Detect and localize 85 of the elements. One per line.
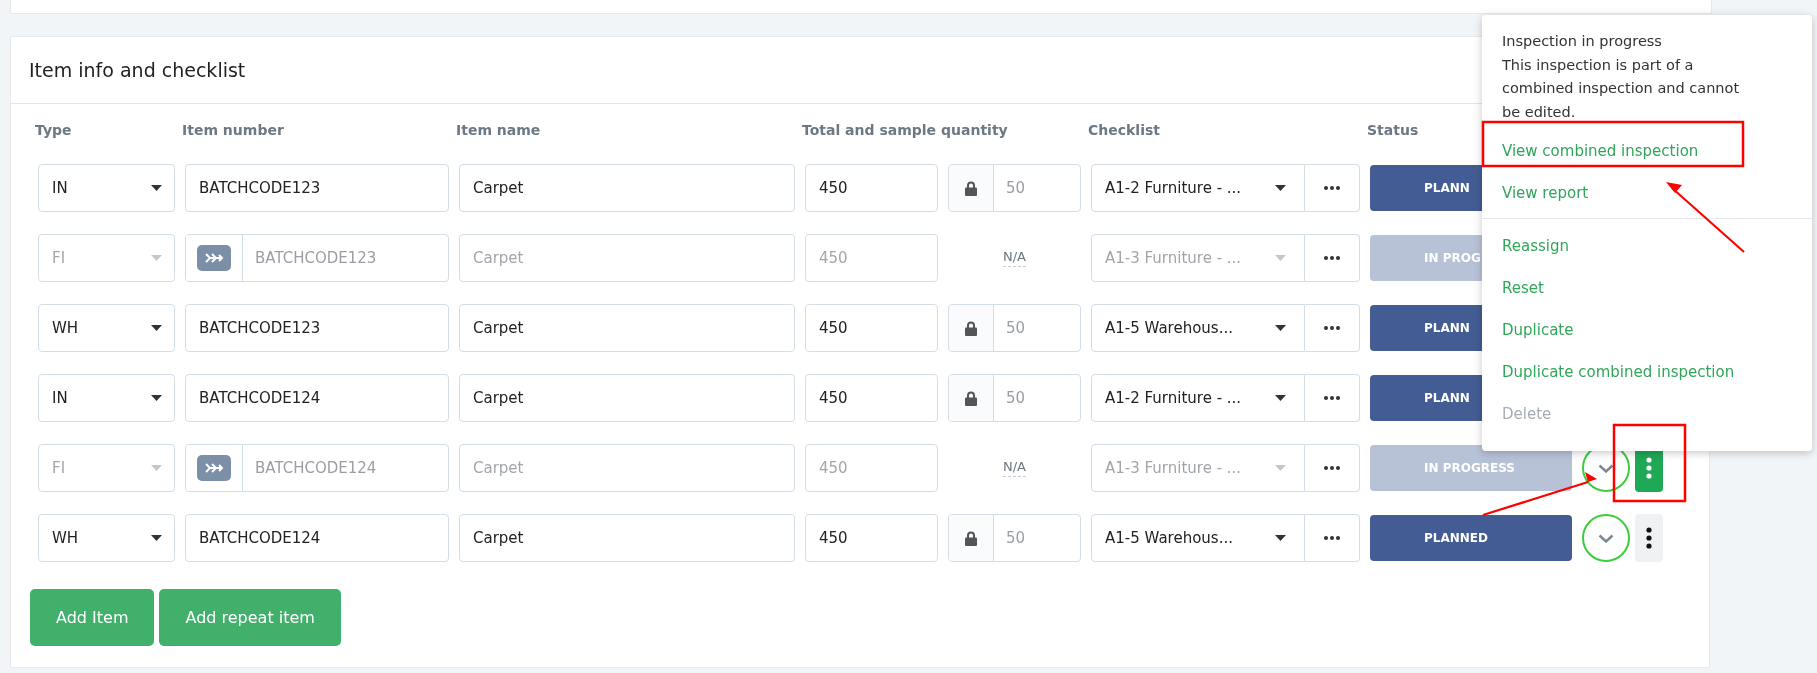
more-options-button[interactable] [1635, 514, 1663, 562]
sample-quantity-field[interactable]: 50 [948, 304, 1081, 352]
more-icon [1324, 536, 1340, 540]
merge-icon [197, 245, 231, 271]
caret-icon [151, 325, 162, 331]
item-name-field[interactable]: Carpet [459, 304, 795, 352]
type-select[interactable]: FI [38, 234, 175, 282]
menu-heading: Inspection in progress [1501, 32, 1663, 51]
chevron-down-icon [1598, 463, 1614, 473]
caret-icon [1275, 185, 1286, 191]
total-quantity-field[interactable]: 450 [805, 304, 938, 352]
checklist-select[interactable]: A1-3 Furniture - ... [1091, 234, 1305, 282]
caret-icon [1275, 325, 1286, 331]
lock-icon [965, 530, 977, 546]
caret-icon [151, 465, 162, 471]
sample-quantity-field[interactable]: 50 [948, 514, 1081, 562]
checklist-select[interactable]: A1-2 Furniture - ... [1091, 374, 1305, 422]
sample-quantity-field[interactable]: 50 [948, 164, 1081, 212]
checklist-options-button[interactable] [1305, 304, 1360, 352]
caret-icon [151, 185, 162, 191]
item-name-field[interactable]: Carpet [459, 164, 795, 212]
checklist-select[interactable]: A1-2 Furniture - ... [1091, 164, 1305, 212]
sample-quantity-field[interactable]: 50 [948, 374, 1081, 422]
item-name-field[interactable]: Carpet [459, 234, 795, 282]
checklist-select[interactable]: A1-3 Furniture - ... [1091, 444, 1305, 492]
more-icon [1324, 256, 1340, 260]
status-badge[interactable]: IN PROGRESS [1370, 445, 1572, 491]
more-icon [1324, 396, 1340, 400]
item-number-field[interactable]: BATCHCODE124 [185, 374, 449, 422]
caret-icon [1275, 255, 1286, 261]
caret-icon [151, 395, 162, 401]
column-header: Item name [456, 122, 541, 140]
kebab-icon [1646, 527, 1652, 549]
column-header: Item number [182, 122, 284, 140]
section-title: Item info and checklist [29, 59, 246, 81]
checklist-options-button[interactable] [1305, 444, 1360, 492]
checklist-select[interactable]: A1-5 Warehous... [1091, 304, 1305, 352]
lock-icon [965, 180, 977, 196]
total-quantity-field[interactable]: 450 [805, 514, 938, 562]
item-name-field[interactable]: Carpet [459, 444, 795, 492]
checklist-options-button[interactable] [1305, 374, 1360, 422]
caret-icon [1275, 395, 1286, 401]
type-select[interactable]: FI [38, 444, 175, 492]
total-quantity-field[interactable]: 450 [805, 164, 938, 212]
more-icon [1324, 466, 1340, 470]
lock-icon [965, 390, 977, 406]
total-quantity-field[interactable]: 450 [805, 234, 938, 282]
item-number-field[interactable]: BATCHCODE123 [185, 304, 449, 352]
total-quantity-field[interactable]: 450 [805, 374, 938, 422]
item-number-field[interactable]: BATCHCODE124 [185, 444, 449, 492]
add-item-button[interactable]: Add Item [30, 589, 155, 646]
not-applicable-text: N/A [1003, 249, 1026, 267]
kebab-icon [1646, 457, 1652, 479]
type-select[interactable]: IN [38, 164, 175, 212]
column-header: Total and sample quantity [802, 122, 1008, 140]
item-number-field[interactable]: BATCHCODE124 [185, 514, 449, 562]
item-number-field[interactable]: BATCHCODE123 [185, 234, 449, 282]
expand-button[interactable] [1582, 514, 1630, 562]
checklist-options-button[interactable] [1305, 514, 1360, 562]
caret-icon [1275, 535, 1286, 541]
more-icon [1324, 326, 1340, 330]
chevron-down-icon [1598, 533, 1614, 543]
menu-note: This inspection is part of a combined inspection and cannot be edited. [1501, 55, 1741, 122]
add-repeat-item-button[interactable]: Add repeat item [159, 589, 341, 646]
item-name-field[interactable]: Carpet [459, 374, 795, 422]
lock-icon [965, 320, 977, 336]
merge-icon [197, 455, 231, 481]
checklist-options-button[interactable] [1305, 164, 1360, 212]
checklist-select[interactable]: A1-5 Warehous... [1091, 514, 1305, 562]
column-header: Type [35, 122, 72, 140]
total-quantity-field[interactable]: 450 [805, 444, 938, 492]
caret-icon [1275, 465, 1286, 471]
caret-icon [151, 535, 162, 541]
item-name-field[interactable]: Carpet [459, 514, 795, 562]
item-number-field[interactable]: BATCHCODE123 [185, 164, 449, 212]
type-select[interactable]: IN [38, 374, 175, 422]
not-applicable-text: N/A [1003, 459, 1026, 477]
column-header: Checklist [1088, 122, 1160, 140]
more-icon [1324, 186, 1340, 190]
type-select[interactable]: WH [38, 304, 175, 352]
caret-icon [151, 255, 162, 261]
type-select[interactable]: WH [38, 514, 175, 562]
column-header: Status [1367, 122, 1419, 140]
status-badge[interactable]: PLANNED [1370, 515, 1572, 561]
checklist-options-button[interactable] [1305, 234, 1360, 282]
